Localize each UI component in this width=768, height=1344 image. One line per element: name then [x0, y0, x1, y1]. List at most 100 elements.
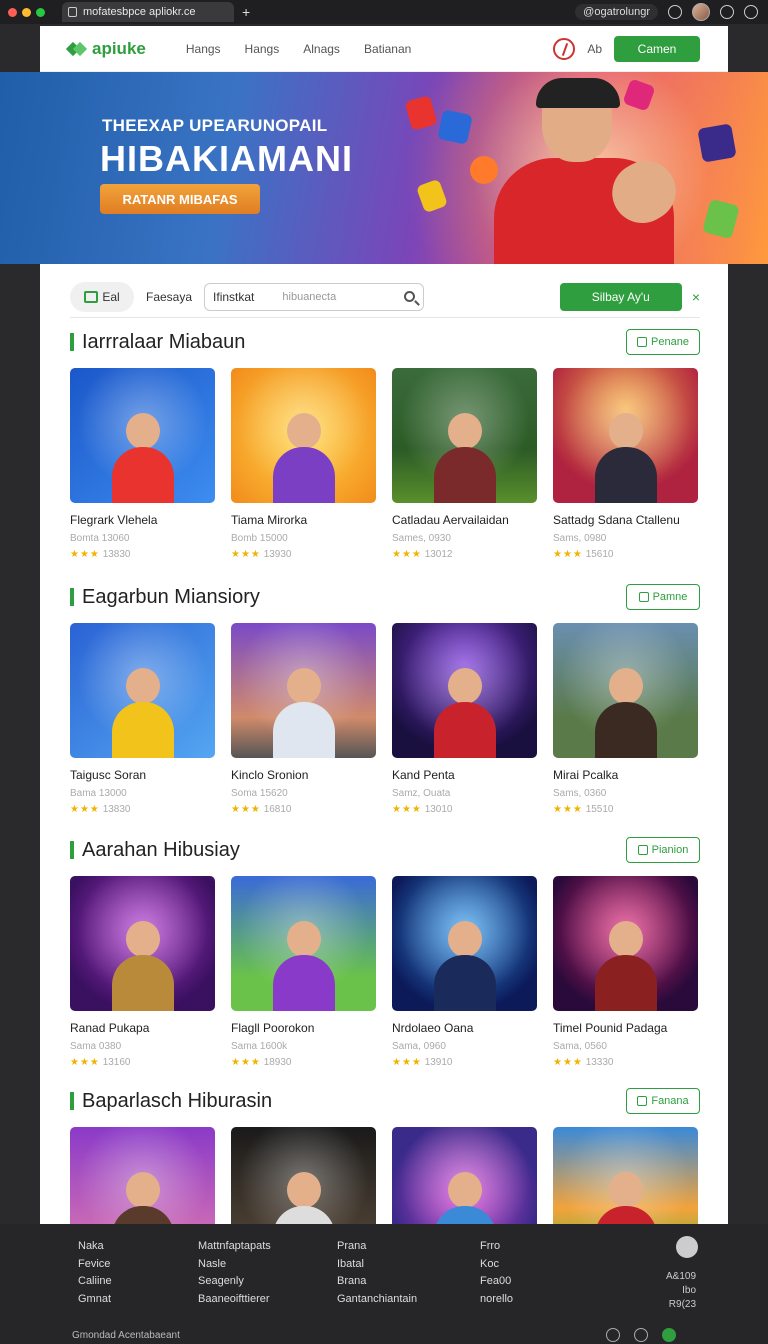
search-icon[interactable]: [404, 291, 416, 302]
footer-link[interactable]: Seagenly: [198, 1273, 271, 1291]
footer-link[interactable]: Brana: [337, 1273, 417, 1291]
address-bar[interactable]: @ogatrolungr: [575, 4, 658, 20]
menu-icon[interactable]: [744, 5, 758, 19]
more-icon: [637, 845, 648, 855]
search-input[interactable]: Ifinstkat hibuanecta: [204, 282, 425, 311]
game-thumbnail: [231, 1127, 376, 1224]
nav-right-text[interactable]: Ab: [587, 42, 602, 56]
game-card[interactable]: Mirai Pcalka Sams, 0360 ★★★ 15510: [553, 623, 698, 815]
section-more-button[interactable]: Penane: [626, 329, 700, 355]
footer-link[interactable]: Nasle: [198, 1256, 271, 1274]
game-thumbnail: [231, 876, 376, 1011]
flag-icon[interactable]: [553, 37, 576, 60]
game-card[interactable]: [392, 1127, 537, 1224]
game-card[interactable]: [231, 1127, 376, 1224]
filter-label[interactable]: Faesaya: [146, 290, 192, 304]
footer-link[interactable]: Koc: [480, 1256, 513, 1274]
nav-link-2[interactable]: Hangs: [245, 42, 280, 56]
footer-link[interactable]: norello: [480, 1291, 513, 1309]
nav-link-3[interactable]: Alnags: [303, 42, 340, 56]
footer-link[interactable]: Fea00: [480, 1273, 513, 1291]
footer-link[interactable]: Fevice: [78, 1256, 112, 1274]
game-title: Ranad Pukapa: [70, 1021, 150, 1035]
stars-icon: ★★★: [553, 1057, 583, 1068]
browser-tab[interactable]: mofatesbpce apliokr.ce: [62, 2, 234, 22]
logo-icon: [68, 40, 86, 58]
game-title: Kand Penta: [392, 768, 455, 782]
game-thumbnail: [392, 1127, 537, 1224]
game-title: Flagll Poorokon: [231, 1021, 315, 1035]
share-icon[interactable]: [662, 1328, 676, 1342]
globe-icon[interactable]: [606, 1328, 620, 1342]
more-label: Penane: [651, 336, 689, 348]
footer-link[interactable]: Naka: [78, 1238, 112, 1256]
footer-link[interactable]: Prana: [337, 1238, 417, 1256]
sync-icon[interactable]: [720, 5, 734, 19]
hero-banner: THEEXAP UPEARUNOPAIL HIBAKIAMANI RATANR …: [0, 72, 768, 264]
section-4: Baparlasch Hiburasin Fanana: [70, 1087, 700, 1224]
settings-icon[interactable]: [634, 1328, 648, 1342]
footer-link[interactable]: Gantanchiantain: [337, 1291, 417, 1309]
minimize-window-button[interactable]: [22, 7, 31, 17]
game-card[interactable]: Timel Pounid Padaga Sama, 0560 ★★★ 13330: [553, 876, 698, 1068]
footer-link[interactable]: Ibatal: [337, 1256, 417, 1274]
game-card[interactable]: [70, 1127, 215, 1224]
hero-cta-button[interactable]: RATANR MIBAFAS: [100, 184, 260, 214]
extensions-icon[interactable]: [668, 5, 682, 19]
game-card[interactable]: Catladau Aervailaidan Sames, 0930 ★★★ 13…: [392, 368, 537, 560]
section-more-button[interactable]: Pianion: [626, 837, 700, 863]
app-icon[interactable]: [676, 1236, 698, 1258]
game-title: Sattadg Sdana Ctallenu: [553, 513, 680, 527]
new-tab-icon[interactable]: +: [242, 4, 250, 20]
game-meta: Sama 0380: [70, 1041, 122, 1052]
game-card[interactable]: Flagll Poorokon Sama 1600k ★★★ 18930: [231, 876, 376, 1068]
more-icon: [637, 1096, 648, 1106]
game-card[interactable]: [553, 1127, 698, 1224]
game-card[interactable]: Taigusc Soran Bama 13000 ★★★ 13830: [70, 623, 215, 815]
filter-toolbar: Eal Faesaya Ifinstkat hibuanecta Silbay …: [70, 276, 700, 318]
game-title: Flegrark Vlehela: [70, 513, 158, 527]
nav-cta-button[interactable]: Camen: [614, 35, 700, 62]
stars-icon: ★★★: [392, 804, 422, 815]
game-thumbnail: [231, 623, 376, 758]
game-card[interactable]: Ranad Pukapa Sama 0380 ★★★ 13160: [70, 876, 215, 1068]
maximize-window-button[interactable]: [36, 7, 45, 17]
game-rating: ★★★ 13012: [392, 549, 453, 560]
footer-column-2: Mattnfaptapats Nasle Seagenly Baaneoiftt…: [198, 1238, 271, 1308]
stars-icon: ★★★: [392, 549, 422, 560]
game-meta: Samz, Ouata: [392, 788, 451, 799]
nav-link-1[interactable]: Hangs: [186, 42, 221, 56]
site-logo[interactable]: apiuke: [68, 39, 146, 59]
game-thumbnail: [392, 368, 537, 503]
game-meta: Sams, 0980: [553, 533, 607, 544]
footer-link[interactable]: Baaneoifttierer: [198, 1291, 271, 1309]
game-thumbnail: [553, 1127, 698, 1224]
stars-icon: ★★★: [231, 549, 261, 560]
section-more-button[interactable]: Fanana: [626, 1088, 700, 1114]
footer-link[interactable]: Caliine: [78, 1273, 112, 1291]
game-card[interactable]: Tiama Mirorka Bomb 15000 ★★★ 13930: [231, 368, 376, 560]
footer-link[interactable]: Frro: [480, 1238, 513, 1256]
close-window-button[interactable]: [8, 7, 17, 17]
game-card[interactable]: Kand Penta Samz, Ouata ★★★ 13010: [392, 623, 537, 815]
footer-info-line: R9(23: [668, 1299, 697, 1310]
game-card[interactable]: Sattadg Sdana Ctallenu Sams, 0980 ★★★ 15…: [553, 368, 698, 560]
section-more-button[interactable]: Pamne: [626, 584, 700, 610]
category-pill[interactable]: Eal: [70, 281, 134, 312]
toolbar-action-button[interactable]: Silbay Ay'u: [559, 282, 682, 311]
game-rating: ★★★ 18930: [231, 1057, 292, 1068]
game-card[interactable]: Nrdolaeo Oana Sama, 0960 ★★★ 13910: [392, 876, 537, 1068]
close-icon[interactable]: ×: [692, 289, 700, 305]
more-label: Pamne: [652, 591, 688, 603]
game-title: Taigusc Soran: [70, 768, 147, 782]
footer-social-icons: [606, 1328, 676, 1342]
game-thumbnail: [392, 623, 537, 758]
profile-avatar[interactable]: [692, 3, 710, 21]
nav-link-4[interactable]: Batianan: [364, 42, 411, 56]
game-meta: Bama 13000: [70, 788, 127, 799]
footer-link[interactable]: Mattnfaptapats: [198, 1238, 271, 1256]
game-card[interactable]: Kinclo Sronion Soma 15620 ★★★ 16810: [231, 623, 376, 815]
footer-link[interactable]: Gmnat: [78, 1291, 112, 1309]
game-card[interactable]: Flegrark Vlehela Bomta 13060 ★★★ 13830: [70, 368, 215, 560]
section-1: Iarrralaar Miabaun Penane Flegrark Vlehe…: [70, 328, 700, 560]
